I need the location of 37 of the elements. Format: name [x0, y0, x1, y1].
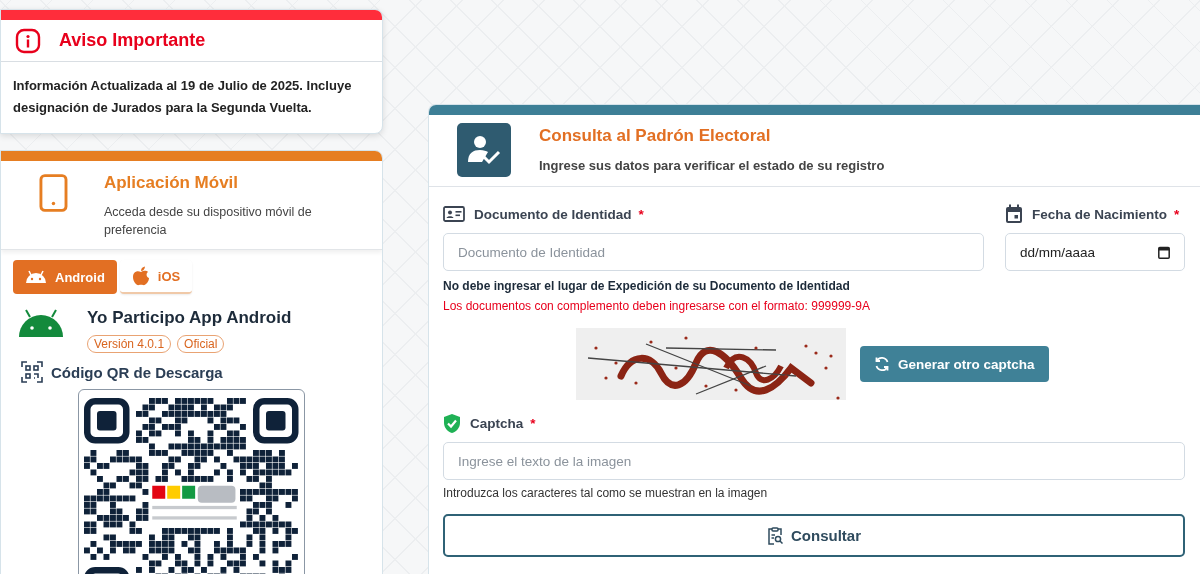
date-field[interactable]: dd/mm/aaaa: [1005, 233, 1185, 271]
calendar-icon[interactable]: [1158, 245, 1170, 259]
refresh-captcha-button[interactable]: Generar otro captcha: [860, 346, 1049, 382]
input-field[interactable]: Documento de Identidad: [443, 233, 984, 271]
clipboard-search-icon: [767, 526, 783, 545]
required-mark: *: [530, 415, 536, 431]
required-mark: *: [638, 206, 644, 222]
submit-button[interactable]: Consultar: [443, 514, 1185, 557]
info-icon: [15, 27, 41, 54]
field-label: Fecha de Nacimiento: [1032, 206, 1168, 222]
help-text: Introduzca los caracteres tal como se muestran en la imagen: [443, 486, 769, 500]
field-label: Documento de Identidad: [474, 206, 632, 222]
apple-icon: [131, 266, 150, 286]
refresh-icon: [874, 356, 890, 372]
required-mark: *: [1174, 206, 1180, 222]
card-title: Aplicación Móvil: [103, 173, 240, 193]
app-name: Yo Participo App Android: [87, 308, 292, 328]
warning-text: Los documentos con complemento deben ingresarse con el formato: 999999-9A: [443, 299, 871, 313]
qr-title: Código QR de Descarga: [51, 363, 223, 381]
platform-tab[interactable]: Android: [13, 260, 117, 294]
note-text: No debe ingresar el lugar de Expedición de su Documento de Identidad: [443, 279, 851, 293]
android-icon: [25, 270, 47, 284]
form-title: Consulta al Padrón Electoral: [539, 126, 772, 146]
field-label: Captcha: [470, 415, 524, 431]
calendar-icon: [1005, 204, 1023, 224]
user-check-icon: [457, 123, 511, 177]
android-icon: [17, 308, 65, 338]
platform-tab[interactable]: iOS: [119, 260, 193, 294]
qr-code-icon: [21, 361, 43, 383]
form-subtitle: Ingrese sus datos para verificar el estado de su registro: [539, 158, 885, 173]
shield-check-icon: [443, 412, 461, 434]
smartphone-icon: [39, 173, 68, 213]
card-subtitle: Acceda desde su dispositivo móvil de preferencia: [103, 204, 313, 239]
id-card-icon: [443, 206, 465, 222]
input-field[interactable]: Ingrese el texto de la imagen: [443, 442, 1185, 480]
notice-title: Aviso Importante: [59, 30, 206, 51]
notice-text: Información Actualizada al 19 de Julio de 2025. Incluye designación de Jurados para la Segunda Vuelta.: [12, 77, 353, 117]
